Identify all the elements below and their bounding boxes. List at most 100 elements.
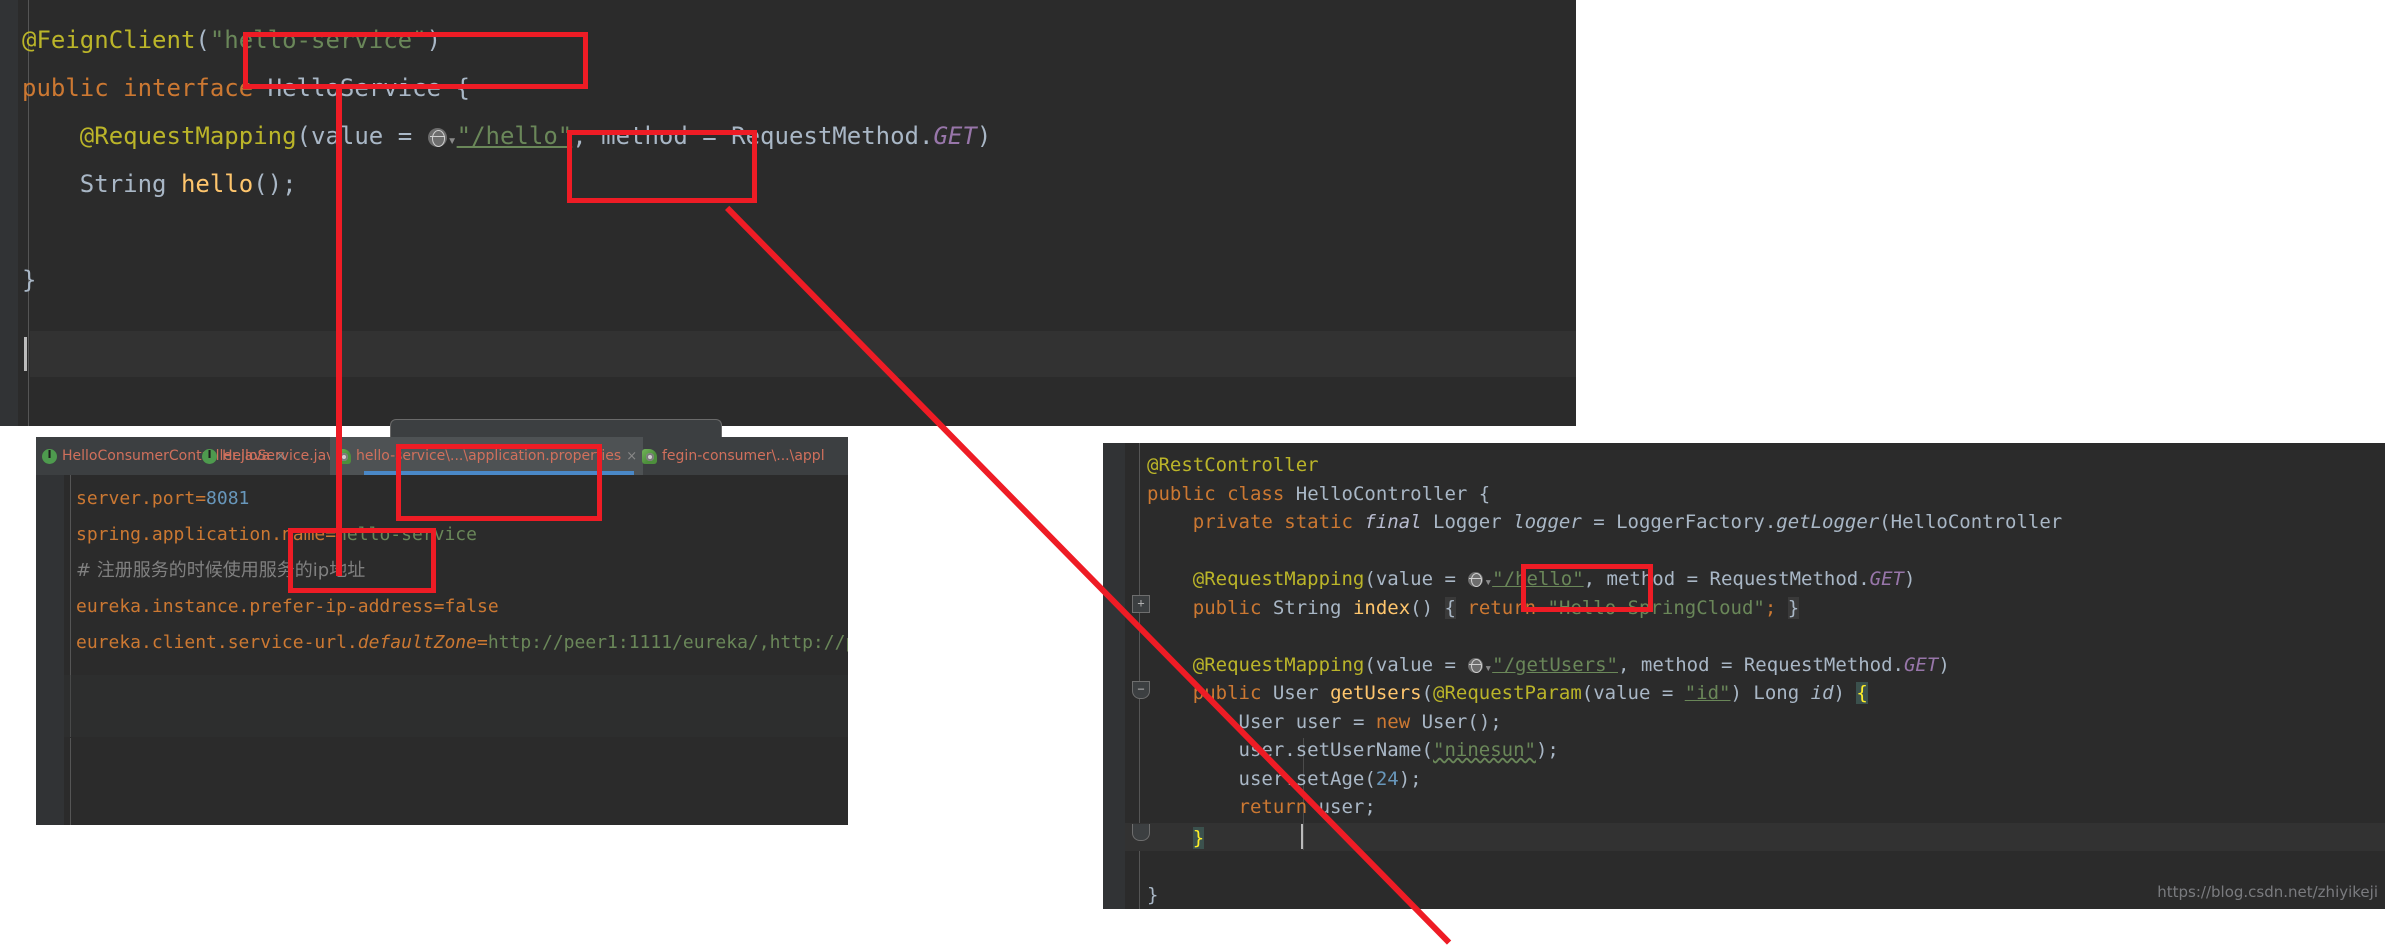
logger-arg: (HelloController <box>1879 511 2063 533</box>
tab-label: HelloService.java <box>222 448 344 464</box>
web-globe-icon[interactable] <box>1468 572 1484 587</box>
keyword-public: public <box>1192 596 1262 619</box>
empty-parens: () <box>1410 596 1434 619</box>
keyword-static: static <box>1284 511 1353 533</box>
ctrl-line-14[interactable]: } <box>1147 824 1205 853</box>
getusers-path-literal[interactable]: "/getUsers" <box>1492 654 1618 676</box>
ctrl-line-13[interactable]: return user; <box>1147 793 1376 822</box>
web-globe-icon[interactable] <box>1468 657 1484 673</box>
set-age-call: user.setAge <box>1238 767 1365 790</box>
paren-open: ( <box>1364 568 1376 590</box>
param-id: id <box>1810 682 1834 704</box>
brace-open-highlight: { <box>1444 596 1456 619</box>
ctrl-line-9[interactable]: public User getUsers(@RequestParam(value… <box>1147 679 1868 708</box>
paren-close: ) <box>1535 739 1548 761</box>
request-mapping-annotation: @RequestMapping <box>1192 653 1365 676</box>
paren-open: ( <box>1581 682 1594 704</box>
editor-split-divider <box>64 737 848 738</box>
value-label: value = <box>1375 568 1468 590</box>
id-literal[interactable]: "id" <box>1685 682 1731 704</box>
empty-parens: () <box>1467 710 1491 733</box>
age-value: 24 <box>1375 767 1399 790</box>
java-class-icon <box>42 448 57 464</box>
paren-open: ( <box>195 26 210 54</box>
hello-controller-editor[interactable]: + − @RestController public class HelloCo… <box>1103 443 2385 909</box>
paren-open: ( <box>296 122 311 150</box>
equals: = <box>1581 511 1617 533</box>
keyword-final: final <box>1364 511 1422 533</box>
code-line-4[interactable]: String hello(); <box>22 160 297 208</box>
ctrl-line-2[interactable]: public class HelloController { <box>1147 480 1490 509</box>
ctrl-line-3[interactable]: private static final Logger logger = Log… <box>1147 508 2062 537</box>
code-line-6[interactable]: } <box>22 256 36 304</box>
method-label: , method = RequestMethod. <box>1618 653 1904 676</box>
type-hello-controller: HelloController <box>1295 482 1468 505</box>
keyword-class: class <box>1227 482 1285 505</box>
semicolon: ; <box>282 170 297 198</box>
type-logger: Logger <box>1433 511 1502 533</box>
type-long: Long <box>1753 682 1800 704</box>
paren-close: ) <box>1730 682 1742 704</box>
request-param-annotation: @RequestParam <box>1433 682 1582 704</box>
code-line-3[interactable]: @RequestMapping(value = ▾"/hello", metho… <box>22 112 991 164</box>
method-getusers: getUsers <box>1330 682 1422 704</box>
prop-value: 8081 <box>206 488 250 509</box>
prop-key: server.port= <box>76 488 207 509</box>
method-hello: hello <box>180 170 254 198</box>
hello-path-literal[interactable]: "/hello" <box>457 122 573 150</box>
type-user: User <box>1421 710 1468 733</box>
caret-line-highlight <box>1125 823 2385 851</box>
java-interface-icon <box>202 448 217 464</box>
prop-key: eureka.instance.prefer-ip-address= <box>76 596 445 617</box>
ctrl-line-6[interactable]: public String index() { return "Hello Sp… <box>1147 594 1800 623</box>
tab-label: fegin-consumer\...\appl <box>662 448 825 464</box>
ctrl-line-10[interactable]: User user = new User(); <box>1147 708 1502 737</box>
request-mapping-annotation: @RequestMapping <box>1192 568 1365 590</box>
ninesun-literal: "ninesun" <box>1433 739 1536 761</box>
paren-close: ) <box>1903 568 1916 590</box>
text-caret <box>1301 824 1303 849</box>
ctrl-line-16[interactable]: } <box>1147 881 1158 909</box>
paren-close: ) <box>976 122 992 150</box>
web-globe-icon[interactable] <box>427 128 447 147</box>
chevron-down-icon[interactable]: ▾ <box>448 116 457 164</box>
paren-close: ) <box>1938 653 1950 676</box>
prop-line-server-port[interactable]: server.port=8081 <box>76 481 249 517</box>
type-string: String <box>79 170 167 198</box>
editor-gutter-controller <box>1103 443 1125 909</box>
value-label: value = <box>1375 653 1468 676</box>
hello-service-interface-editor[interactable]: @FeignClient("hello-service") public int… <box>0 0 1576 426</box>
type-user: User <box>1272 682 1319 704</box>
prop-value: false <box>444 596 499 617</box>
editor-gutter-top <box>0 0 18 426</box>
prop-line-eureka-default-zone[interactable]: eureka.client.service-url.defaultZone=ht… <box>76 625 848 661</box>
semicolon: ; <box>1547 739 1559 761</box>
spring-application-name-box <box>288 528 436 593</box>
ctrl-line-11[interactable]: user.setUserName("ninesun"); <box>1147 736 1559 765</box>
prop-value-url: http://peer1:1111/eureka/,http://peer2:1… <box>487 632 848 653</box>
editor-gutter-properties <box>36 475 64 825</box>
keyword-interface: interface <box>123 74 254 102</box>
prop-key-suffix: defaultZone <box>357 632 477 653</box>
brace-close-match-highlight: } <box>1192 827 1205 849</box>
keyword-private: private <box>1192 511 1273 533</box>
caret-line-highlight <box>30 331 1576 377</box>
properties-code-area[interactable]: server.port=8081 spring.application.name… <box>36 475 848 825</box>
watermark-text: https://blog.csdn.net/zhiyikeji <box>2157 883 2378 901</box>
keyword-return: return <box>1238 796 1308 818</box>
brace-open: { <box>1478 482 1491 505</box>
semicolon: ; <box>1764 596 1777 619</box>
keyword-new: new <box>1375 710 1411 733</box>
keyword-public: public <box>22 74 109 102</box>
get-constant: GET <box>1903 653 1939 676</box>
request-mapping-annotation: @RequestMapping <box>79 122 297 150</box>
prop-line-prefer-ip[interactable]: eureka.instance.prefer-ip-address=false <box>76 589 499 625</box>
feign-value-to-app-name-connector <box>336 86 342 576</box>
semicolon: ; <box>1490 710 1502 733</box>
logger-factory: LoggerFactory. <box>1616 511 1777 533</box>
ctrl-line-1[interactable]: @RestController <box>1147 451 1319 480</box>
brace-close: } <box>22 266 37 294</box>
semicolon: ; <box>1364 796 1376 818</box>
tab-fegin-consumer-application-properties[interactable]: fegin-consumer\...\appl <box>636 437 831 475</box>
paren-open: ( <box>1364 767 1376 790</box>
